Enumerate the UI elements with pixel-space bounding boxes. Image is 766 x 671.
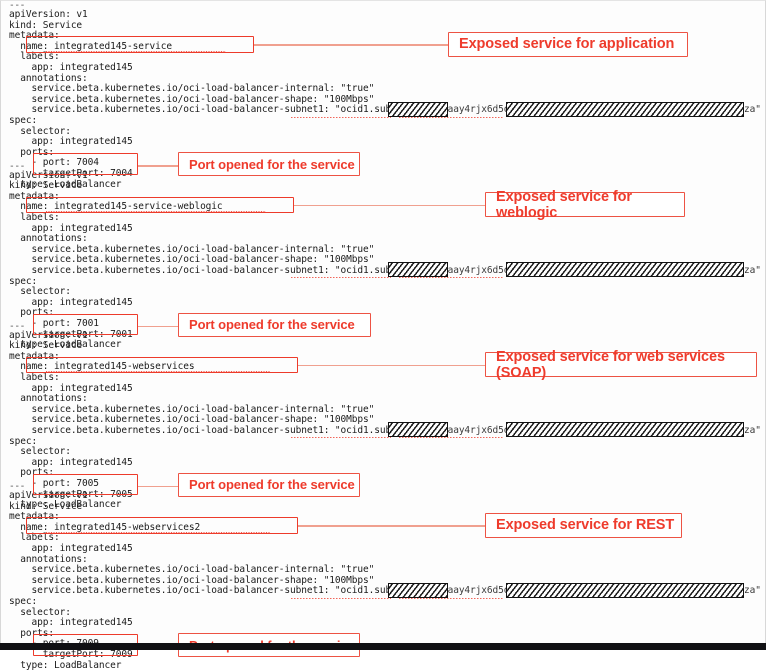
bottom-bar xyxy=(0,643,766,650)
yaml-line-service-webservices2-app: app: integrated145 xyxy=(9,543,133,554)
redaction-block-subnet-1-0 xyxy=(388,101,448,117)
redaction-block-subnet-1-1 xyxy=(388,262,448,278)
yaml-subnet-suffix-2: za" xyxy=(744,424,761,436)
yaml-line-service-webservices2-type: type: LoadBalancer xyxy=(9,659,122,671)
port-callout-service-application[interactable]: Port opened for the service xyxy=(178,152,360,177)
yaml-line-service-application-app: app: integrated145 xyxy=(9,62,133,73)
yaml-line-service-weblogic-labels: labels: xyxy=(9,211,60,223)
yaml-subnet-suffix-0: za" xyxy=(744,104,761,116)
leader-port-service-webservices xyxy=(138,485,178,488)
name-callout-service-webservices[interactable]: Exposed service for web services (SOAP) xyxy=(485,349,757,381)
redaction-block-subnet-2-3 xyxy=(506,582,744,598)
redaction-block-subnet-1-3 xyxy=(388,582,448,598)
port-highlight-box-service-webservices[interactable] xyxy=(33,473,138,496)
port-callout-service-webservices[interactable]: Port opened for the service xyxy=(178,472,360,497)
redaction-block-subnet-2-0 xyxy=(506,101,744,117)
yaml-manifest-document: --- apiVersion: v1 kind: Service metadata: … xyxy=(0,0,766,670)
leader-port-service-application xyxy=(138,165,178,167)
yaml-subnet-suffix-1: za" xyxy=(744,264,761,276)
leader-name-service-application xyxy=(254,44,448,46)
yaml-line-service-application-spec: spec: xyxy=(9,115,38,126)
name-highlight-box-service-weblogic[interactable] xyxy=(26,196,294,214)
name-highlight-box-service-application[interactable] xyxy=(26,36,254,53)
yaml-line-service-application-apiVersion: apiVersion: v1 xyxy=(9,9,88,20)
yaml-subnet-suffix-3: za" xyxy=(744,585,761,597)
redaction-block-subnet-2-1 xyxy=(506,262,744,278)
name-callout-service-application[interactable]: Exposed service for application xyxy=(448,31,688,57)
leader-name-service-webservices2 xyxy=(298,525,485,527)
spell-underline-subnet-a-3 xyxy=(291,595,391,599)
name-callout-service-weblogic[interactable]: Exposed service for weblogic xyxy=(485,189,685,221)
spell-underline-subnet-a-0 xyxy=(291,114,391,118)
leader-name-service-webservices xyxy=(298,364,485,367)
yaml-line-service-webservices-labels: labels: xyxy=(9,371,60,383)
name-highlight-box-service-webservices[interactable] xyxy=(26,356,298,374)
yaml-line-service-webservices2-spec: spec: xyxy=(9,596,38,607)
spell-underline-subnet-a-2 xyxy=(291,435,391,439)
spell-underline-subnet-a-1 xyxy=(291,275,391,279)
port-highlight-box-service-application[interactable] xyxy=(33,153,138,175)
port-highlight-box-service-weblogic[interactable] xyxy=(33,313,138,336)
name-callout-service-webservices2[interactable]: Exposed service for REST xyxy=(485,512,682,538)
redaction-block-subnet-2-2 xyxy=(506,422,744,438)
leader-name-service-weblogic xyxy=(294,204,485,207)
name-highlight-box-service-webservices2[interactable] xyxy=(26,517,298,534)
leader-port-service-weblogic xyxy=(138,325,178,328)
redaction-block-subnet-1-2 xyxy=(388,422,448,438)
port-callout-service-weblogic[interactable]: Port opened for the service xyxy=(178,312,371,337)
